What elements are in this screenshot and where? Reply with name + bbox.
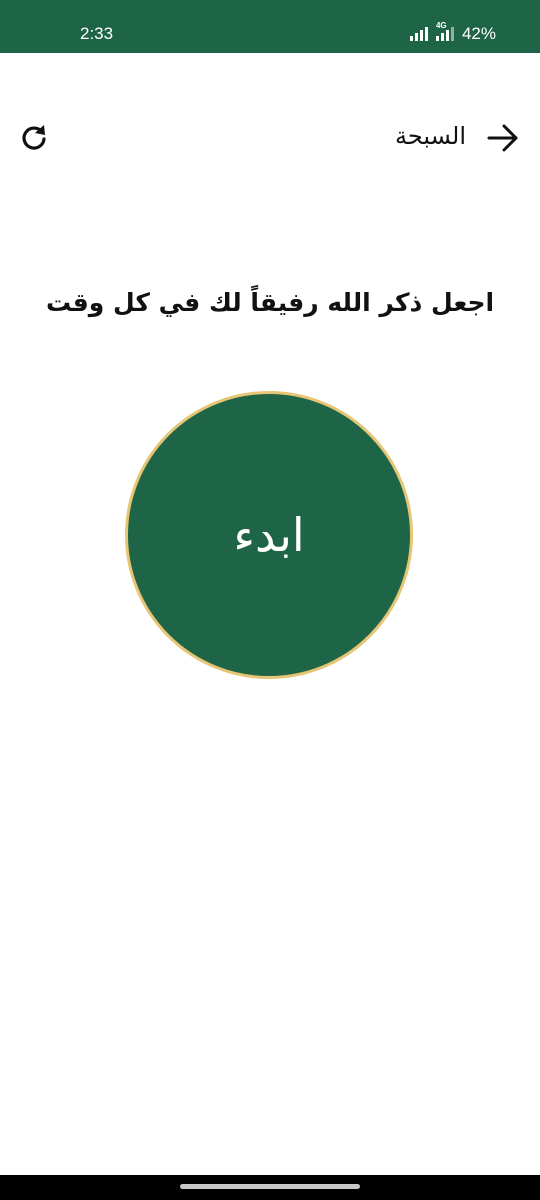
status-indicators: 4G 42% — [409, 21, 496, 44]
mobile-data-icon: 4G — [435, 21, 454, 41]
page-title: السبحة — [395, 122, 466, 150]
start-button[interactable]: ابدء — [125, 391, 413, 679]
navigation-bar — [0, 1175, 540, 1200]
status-bar: 2:33 4G 42% — [0, 0, 540, 53]
arrow-right-icon[interactable] — [486, 123, 520, 153]
refresh-icon[interactable] — [20, 123, 48, 151]
signal-icon — [409, 27, 428, 41]
network-label: 4G — [435, 21, 447, 30]
toolbar: السبحة — [0, 110, 540, 166]
home-indicator[interactable] — [180, 1184, 360, 1189]
battery-percent: 42% — [461, 24, 496, 43]
start-label: ابدء — [233, 508, 305, 562]
status-time: 2:33 — [80, 24, 114, 43]
tagline: اجعل ذكر الله رفيقاً لك في كل وقت — [45, 288, 495, 317]
